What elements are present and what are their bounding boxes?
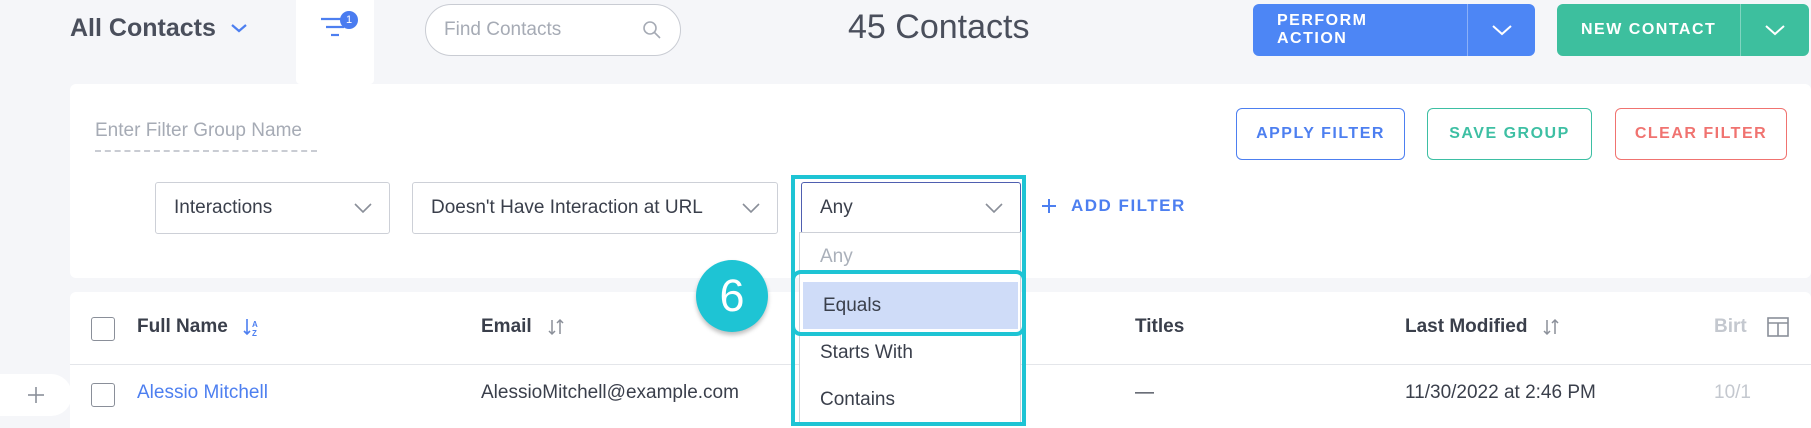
search-icon xyxy=(643,21,661,39)
column-label: Last Modified xyxy=(1405,316,1528,337)
chevron-down-icon xyxy=(231,24,247,33)
column-header-last-modified[interactable]: Last Modified xyxy=(1405,316,1561,338)
add-filter-button[interactable]: ADD FILTER xyxy=(1041,196,1186,216)
contact-last-modified: 11/30/2022 at 2:46 PM xyxy=(1405,382,1596,403)
step-number-badge: 6 xyxy=(696,260,768,332)
chevron-down-icon xyxy=(742,203,760,214)
view-title: All Contacts xyxy=(70,13,216,42)
filter-toggle-button[interactable]: 1 xyxy=(296,0,374,84)
column-header-full-name[interactable]: Full Name AZ xyxy=(137,316,262,338)
column-label: Email xyxy=(481,316,532,337)
sort-icon xyxy=(1543,318,1559,336)
plus-icon xyxy=(1042,199,1056,213)
chevron-down-icon xyxy=(354,203,372,214)
perform-action-menu-button[interactable] xyxy=(1467,4,1535,56)
perform-action-split-button: PERFORM ACTION xyxy=(1253,4,1535,56)
column-header-titles[interactable]: Titles xyxy=(1135,316,1184,338)
svg-text:A: A xyxy=(252,320,258,329)
column-header-email[interactable]: Email xyxy=(481,316,566,338)
contact-email: AlessioMitchell@example.com xyxy=(481,382,739,403)
plus-icon xyxy=(28,387,44,403)
select-all-checkbox[interactable] xyxy=(91,317,115,341)
new-contact-split-button: NEW CONTACT xyxy=(1557,4,1809,56)
view-selector[interactable]: All Contacts xyxy=(70,10,248,46)
filter-category-value: Interactions xyxy=(174,197,273,218)
filter-condition-select[interactable]: Doesn't Have Interaction at URL xyxy=(412,182,778,234)
contact-count: 45 Contacts xyxy=(848,8,1030,46)
contact-birthday: 10/1 xyxy=(1714,382,1751,403)
contact-name-link[interactable]: Alessio Mitchell xyxy=(137,382,268,404)
sort-az-icon: AZ xyxy=(243,319,258,337)
column-header-birthday[interactable]: Birt xyxy=(1714,316,1747,338)
column-label: Birt xyxy=(1714,316,1747,337)
column-label: Full Name xyxy=(137,316,228,337)
filter-condition-value: Doesn't Have Interaction at URL xyxy=(431,197,703,218)
search-box[interactable] xyxy=(425,4,681,56)
add-row-button[interactable] xyxy=(0,374,72,416)
highlight-option-frame xyxy=(791,270,1026,336)
new-contact-button[interactable]: NEW CONTACT xyxy=(1557,4,1740,56)
search-input[interactable] xyxy=(444,19,634,41)
clear-filter-button[interactable]: CLEAR FILTER xyxy=(1615,108,1787,160)
svg-text:Z: Z xyxy=(252,329,257,337)
filter-group-name-input[interactable]: Enter Filter Group Name xyxy=(95,120,317,152)
column-label: Titles xyxy=(1135,316,1185,337)
contact-titles: — xyxy=(1135,382,1154,403)
filter-category-select[interactable]: Interactions xyxy=(155,182,390,234)
perform-action-button[interactable]: PERFORM ACTION xyxy=(1253,4,1467,56)
add-filter-label: ADD FILTER xyxy=(1071,196,1186,215)
sort-icon xyxy=(548,318,564,336)
save-group-button[interactable]: SAVE GROUP xyxy=(1427,108,1592,160)
chevron-down-icon xyxy=(1765,25,1785,36)
apply-filter-button[interactable]: APPLY FILTER xyxy=(1236,108,1405,160)
filter-count-badge: 1 xyxy=(340,11,358,29)
chevron-down-icon xyxy=(1491,25,1512,36)
row-checkbox[interactable] xyxy=(91,383,115,407)
new-contact-menu-button[interactable] xyxy=(1740,4,1808,56)
column-settings-icon[interactable] xyxy=(1767,317,1789,342)
